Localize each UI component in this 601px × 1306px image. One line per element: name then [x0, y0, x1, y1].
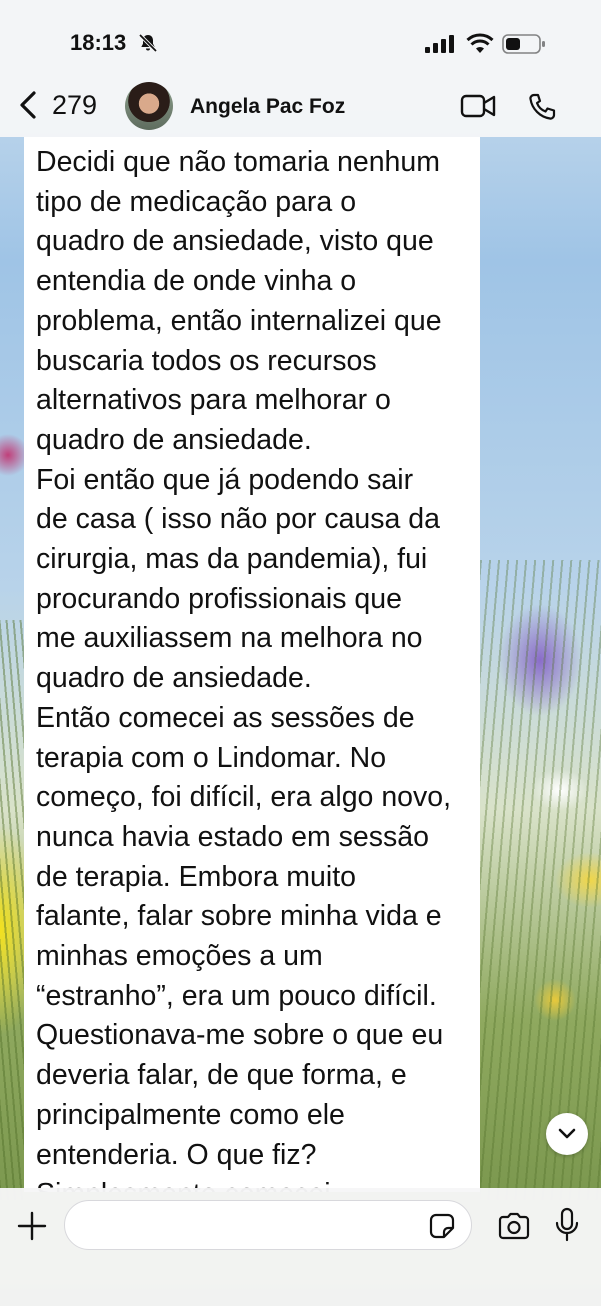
chevron-down-icon	[558, 1128, 576, 1139]
status-time: 18:13	[70, 30, 127, 55]
message-bubble[interactable]: Decidi que não tomaria nenhum tipo de me…	[24, 137, 480, 1192]
battery-icon	[502, 34, 545, 54]
sticker-icon[interactable]	[428, 1212, 456, 1240]
wallpaper-grass-right	[480, 560, 601, 1200]
contact-avatar[interactable]	[125, 82, 173, 130]
cellular-signal-icon	[425, 35, 454, 53]
message-text: Decidi que não tomaria nenhum tipo de me…	[36, 146, 452, 1192]
plus-icon[interactable]	[16, 1210, 48, 1242]
camera-icon[interactable]	[497, 1212, 531, 1240]
chevron-left-icon[interactable]	[16, 90, 42, 120]
video-call-icon[interactable]	[460, 93, 496, 119]
wifi-icon	[466, 33, 494, 53]
phone-call-icon[interactable]	[527, 92, 557, 122]
message-input[interactable]	[64, 1200, 472, 1250]
contact-name[interactable]: Angela Pac Foz	[190, 95, 345, 119]
bell-slash-icon	[138, 33, 158, 53]
scroll-to-bottom-button[interactable]	[546, 1113, 588, 1155]
microphone-icon[interactable]	[554, 1207, 580, 1243]
wallpaper-grass-left	[0, 620, 24, 1200]
back-unread-count[interactable]: 279	[52, 90, 97, 121]
